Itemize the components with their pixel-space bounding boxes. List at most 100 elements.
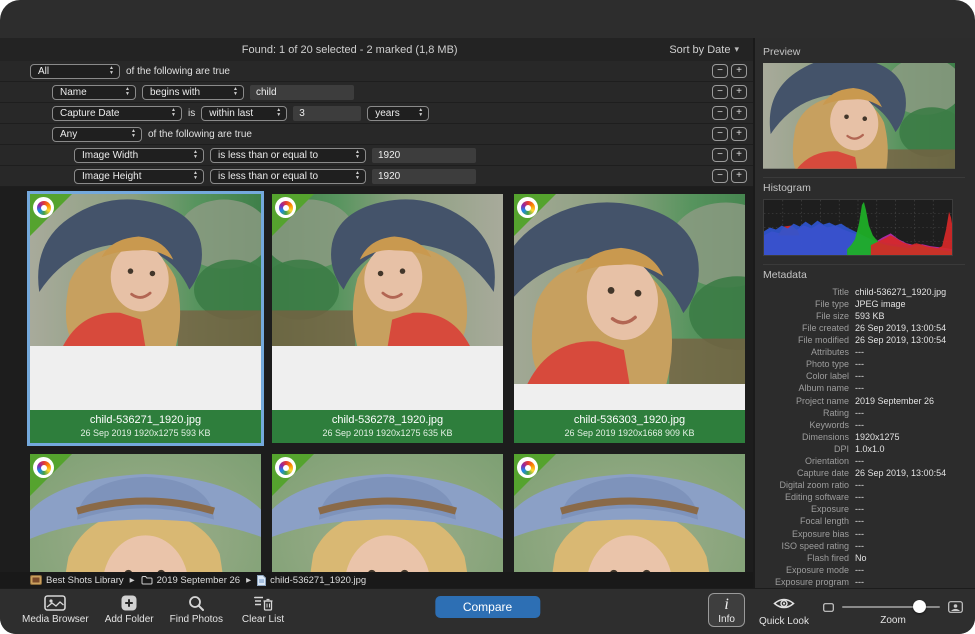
app-window: Found: 1 of 20 selected - 2 marked (1,8 … (0, 0, 975, 634)
breadcrumb-separator-icon: ▶ (130, 576, 135, 584)
breadcrumb: Best Shots Library ▶ 2019 September 26 ▶… (0, 572, 753, 588)
preview-image (763, 63, 955, 169)
metadata-value: 1920x1275 (855, 431, 900, 443)
add-rule-button[interactable]: + (731, 148, 747, 162)
metadata-value: --- (855, 564, 864, 576)
metadata-row: Attributes --- (763, 346, 965, 358)
remove-rule-button[interactable]: − (712, 127, 728, 141)
remove-rule-button[interactable]: − (712, 169, 728, 183)
compare-button[interactable]: Compare (435, 596, 540, 618)
metadata-label: Exposure (763, 503, 849, 515)
field-select[interactable]: Capture Date (52, 106, 182, 121)
metadata-label: Project name (763, 395, 849, 407)
clear-list-button[interactable]: Clear List (239, 594, 287, 625)
operator-select[interactable]: is less than or equal to (210, 148, 366, 163)
remove-rule-button[interactable]: − (712, 64, 728, 78)
metadata-label: Title (763, 286, 849, 298)
photo-thumbnail[interactable] (30, 454, 261, 572)
date-count-input[interactable] (293, 106, 361, 121)
criteria-suffix-text: of the following are true (126, 66, 230, 77)
zoom-control: Zoom (823, 593, 963, 626)
stepper-arrows-icon (122, 87, 133, 97)
metadata-label: Exposure bias (763, 528, 849, 540)
bottom-toolbar: Media Browser Add Folder Find Photos Cle… (0, 588, 975, 634)
stepper-arrows-icon (230, 87, 241, 97)
add-folder-button[interactable]: Add Folder (105, 594, 154, 625)
media-browser-button[interactable]: Media Browser (22, 594, 89, 625)
remove-rule-button[interactable]: − (712, 148, 728, 162)
unit-select[interactable]: years (367, 106, 429, 121)
is-text: is (188, 108, 195, 119)
info-icon: i (724, 596, 728, 613)
metadata-label: Exposure mode (763, 564, 849, 576)
metadata-row: File created 26 Sep 2019, 13:00:54 (763, 322, 965, 334)
add-rule-button[interactable]: + (731, 85, 747, 99)
large-image-icon (948, 601, 963, 613)
operator-select-value: is less than or equal to (218, 150, 318, 161)
folder-icon (141, 575, 153, 585)
quick-look-button[interactable]: Quick Look (759, 593, 809, 627)
criteria-row-name: Name begins with − + (0, 82, 753, 103)
match-select[interactable]: All (30, 64, 120, 79)
metadata-value: 26 Sep 2019, 13:00:54 (855, 467, 946, 479)
metadata-section: Metadata Title child-536271_1920.jpg Fil… (763, 264, 965, 588)
criteria-row-all-group: All of the following are true − + (0, 61, 753, 82)
metadata-label: File type (763, 298, 849, 310)
add-rule-button[interactable]: + (731, 106, 747, 120)
field-select[interactable]: Name (52, 85, 136, 100)
operator-select-value: begins with (150, 87, 200, 98)
operator-select[interactable]: begins with (142, 85, 244, 100)
zoom-slider[interactable] (842, 606, 940, 608)
remove-rule-button[interactable]: − (712, 106, 728, 120)
remove-rule-button[interactable]: − (712, 85, 728, 99)
photo-thumbnail[interactable]: child-536271_1920.jpg 26 Sep 2019 1920x1… (30, 194, 261, 443)
found-status: Found: 1 of 20 selected - 2 marked (1,8 … (30, 44, 669, 56)
clear-list-icon (254, 594, 273, 611)
photo-thumbnail[interactable] (272, 454, 503, 572)
breadcrumb-file[interactable]: child-536271_1920.jpg (257, 575, 366, 586)
metadata-value: --- (855, 358, 864, 370)
width-value-input[interactable] (372, 148, 476, 163)
operator-select[interactable]: within last (201, 106, 287, 121)
add-rule-button[interactable]: + (731, 64, 747, 78)
metadata-row: Exposure bias --- (763, 528, 965, 540)
thumbnail-info: 26 Sep 2019 1920x1668 909 KB (514, 427, 745, 439)
sort-by-date-dropdown[interactable]: Sort by Date (669, 44, 739, 56)
stepper-arrows-icon (128, 129, 139, 139)
field-select[interactable]: Image Height (74, 169, 204, 184)
info-button[interactable]: i Info (708, 593, 745, 627)
operator-select[interactable]: is less than or equal to (210, 169, 366, 184)
zoom-slider-knob[interactable] (913, 600, 926, 613)
window-titlebar (0, 0, 975, 38)
photo-thumbnail[interactable]: child-536278_1920.jpg 26 Sep 2019 1920x1… (272, 194, 503, 443)
match-select[interactable]: Any (52, 127, 142, 142)
find-photos-button[interactable]: Find Photos (170, 594, 223, 625)
metadata-label: DPI (763, 443, 849, 455)
add-rule-button[interactable]: + (731, 169, 747, 183)
metadata-value: 1.0x1.0 (855, 443, 885, 455)
search-criteria: All of the following are true − + Name (0, 61, 753, 187)
thumbnail-filename: child-536278_1920.jpg (272, 413, 503, 427)
tool-label: Quick Look (759, 616, 809, 627)
add-folder-icon (121, 594, 137, 611)
photo-thumbnail[interactable] (514, 454, 745, 572)
metadata-row: Dimensions 1920x1275 (763, 431, 965, 443)
metadata-value: --- (855, 479, 864, 491)
name-value-input[interactable] (250, 85, 354, 100)
breadcrumb-label: Best Shots Library (46, 575, 124, 586)
metadata-value: child-536271_1920.jpg (855, 286, 946, 298)
add-rule-button[interactable]: + (731, 127, 747, 141)
thumbnail-caption: child-536303_1920.jpg 26 Sep 2019 1920x1… (514, 410, 745, 443)
field-select[interactable]: Image Width (74, 148, 204, 163)
tool-label: Clear List (242, 614, 284, 625)
metadata-value: --- (855, 491, 864, 503)
marked-badge-icon (30, 454, 74, 498)
breadcrumb-library[interactable]: Best Shots Library (30, 575, 124, 586)
metadata-value: --- (855, 503, 864, 515)
match-select-value: All (38, 66, 49, 77)
breadcrumb-project[interactable]: 2019 September 26 (141, 575, 240, 586)
metadata-value: 2019 September 26 (855, 395, 934, 407)
photo-thumbnail[interactable]: child-536303_1920.jpg 26 Sep 2019 1920x1… (514, 194, 745, 443)
metadata-label: Editing software (763, 491, 849, 503)
height-value-input[interactable] (372, 169, 476, 184)
